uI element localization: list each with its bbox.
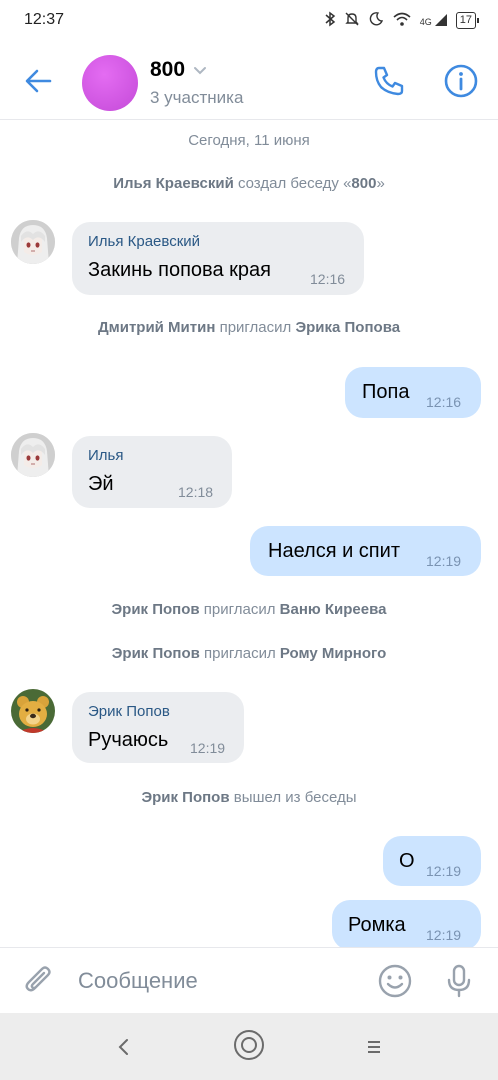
nav-recents-button[interactable] bbox=[360, 1033, 388, 1061]
message-time: 12:19 bbox=[190, 740, 226, 756]
message-text: Попа bbox=[362, 381, 410, 403]
back-button[interactable] bbox=[22, 64, 56, 98]
message-sender[interactable]: Эрик Попов bbox=[88, 703, 170, 720]
bear-avatar-icon bbox=[11, 689, 55, 733]
network-type: 4G bbox=[419, 17, 432, 27]
chat-members-count: 3 участника bbox=[150, 88, 244, 107]
chat-avatar[interactable] bbox=[82, 55, 138, 111]
system-event: Эрик Попов пригласил Рому Мирного bbox=[0, 645, 498, 662]
battery-level: 17 bbox=[459, 13, 472, 26]
avatar[interactable] bbox=[11, 433, 55, 477]
home-circle-icon bbox=[234, 1030, 264, 1060]
avatar[interactable] bbox=[11, 689, 55, 733]
battery-icon: 17 bbox=[455, 11, 480, 29]
event-actor[interactable]: Илья Краевский bbox=[113, 175, 234, 192]
event-target[interactable]: Ваню Киреева bbox=[280, 601, 387, 618]
event-text: вышел из беседы bbox=[229, 789, 357, 806]
system-event: Эрик Попов вышел из беседы bbox=[0, 789, 498, 806]
message-time: 12:19 bbox=[426, 927, 462, 943]
arrow-left-icon bbox=[25, 69, 52, 93]
wifi-icon bbox=[392, 11, 412, 30]
event-target: 800 bbox=[351, 175, 377, 192]
message-list[interactable]: Сегодня, 11 июня Илья Краевский создал б… bbox=[0, 121, 498, 947]
menu-lines-icon bbox=[368, 1041, 380, 1053]
nav-back-button[interactable] bbox=[110, 1033, 138, 1061]
message-bubble-outgoing[interactable]: Ромка 12:19 bbox=[332, 900, 481, 947]
status-icons: 4G 17 bbox=[324, 11, 480, 30]
chat-title-block[interactable]: 800 3 участника bbox=[150, 58, 243, 108]
event-actor[interactable]: Эрик Попов bbox=[112, 645, 200, 662]
avatar[interactable] bbox=[11, 220, 55, 264]
event-target[interactable]: Рому Мирного bbox=[280, 645, 386, 662]
message-bubble-outgoing[interactable]: Наелся и спит 12:19 bbox=[250, 526, 481, 576]
chat-header: 800 3 участника bbox=[0, 40, 498, 120]
message-sender[interactable]: Илья Краевский bbox=[88, 233, 200, 250]
call-button[interactable] bbox=[370, 62, 408, 100]
date-separator: Сегодня, 11 июня bbox=[188, 132, 310, 149]
message-sender[interactable]: Илья bbox=[88, 447, 123, 464]
phone-icon bbox=[374, 66, 404, 96]
message-composer bbox=[0, 947, 498, 1013]
event-text: пригласил bbox=[215, 319, 296, 336]
chat-title[interactable]: 800 bbox=[150, 58, 243, 82]
mute-icon bbox=[344, 11, 360, 30]
microphone-icon bbox=[447, 964, 471, 998]
message-input[interactable] bbox=[78, 962, 358, 1000]
message-bubble-incoming[interactable]: Илья Эй 12:18 bbox=[72, 436, 232, 508]
event-actor[interactable]: Эрик Попов bbox=[112, 601, 200, 618]
chevron-down-icon bbox=[194, 67, 207, 75]
message-time: 12:19 bbox=[426, 553, 462, 569]
event-text: пригласил bbox=[199, 601, 280, 618]
message-bubble-incoming[interactable]: Илья Краевский Закинь попова края 12:16 bbox=[72, 222, 364, 295]
status-bar: 12:37 4G 17 bbox=[0, 0, 498, 40]
message-time: 12:16 bbox=[426, 394, 462, 410]
bluetooth-icon bbox=[324, 11, 336, 30]
emoji-button[interactable] bbox=[376, 962, 414, 1000]
event-text: создал беседу « bbox=[233, 175, 352, 192]
message-text: Эй bbox=[88, 473, 114, 495]
event-actor[interactable]: Дмитрий Митин bbox=[98, 319, 215, 336]
status-time: 12:37 bbox=[24, 11, 65, 28]
info-icon bbox=[444, 64, 478, 98]
message-time: 12:18 bbox=[178, 484, 214, 500]
message-bubble-outgoing[interactable]: О 12:19 bbox=[383, 836, 481, 886]
system-event: Эрик Попов пригласил Ваню Киреева bbox=[0, 601, 498, 618]
voice-message-button[interactable] bbox=[440, 962, 478, 1000]
message-text: О bbox=[399, 850, 415, 872]
system-event: Илья Краевский создал беседу «800» bbox=[0, 175, 498, 192]
anime-avatar-icon bbox=[11, 220, 55, 264]
message-text: Закинь попова края bbox=[88, 259, 271, 281]
attach-button[interactable] bbox=[20, 962, 58, 1000]
anime-avatar-icon bbox=[11, 433, 55, 477]
event-suffix: » bbox=[376, 175, 385, 192]
message-time: 12:16 bbox=[310, 271, 346, 287]
smiley-icon bbox=[378, 964, 412, 998]
chat-title-text: 800 bbox=[150, 58, 186, 81]
message-bubble-incoming[interactable]: Эрик Попов Ручаюсь 12:19 bbox=[72, 692, 244, 763]
event-actor[interactable]: Эрик Попов bbox=[141, 789, 229, 806]
message-bubble-outgoing[interactable]: Попа 12:16 bbox=[345, 367, 481, 418]
message-text: Ромка bbox=[348, 914, 406, 936]
message-time: 12:19 bbox=[426, 863, 462, 879]
info-button[interactable] bbox=[442, 62, 480, 100]
do-not-disturb-icon bbox=[368, 11, 384, 30]
event-text: пригласил bbox=[199, 645, 280, 662]
system-event: Дмитрий Митин пригласил Эрика Попова bbox=[0, 319, 498, 336]
paperclip-icon bbox=[25, 966, 51, 992]
message-text: Ручаюсь bbox=[88, 729, 169, 751]
message-text: Наелся и спит bbox=[268, 540, 400, 562]
chevron-left-icon bbox=[118, 1039, 128, 1055]
system-navigation-bar bbox=[0, 1013, 498, 1080]
event-target[interactable]: Эрика Попова bbox=[295, 319, 400, 336]
nav-home-button[interactable] bbox=[231, 1027, 267, 1063]
signal-icon: 4G bbox=[420, 13, 448, 27]
